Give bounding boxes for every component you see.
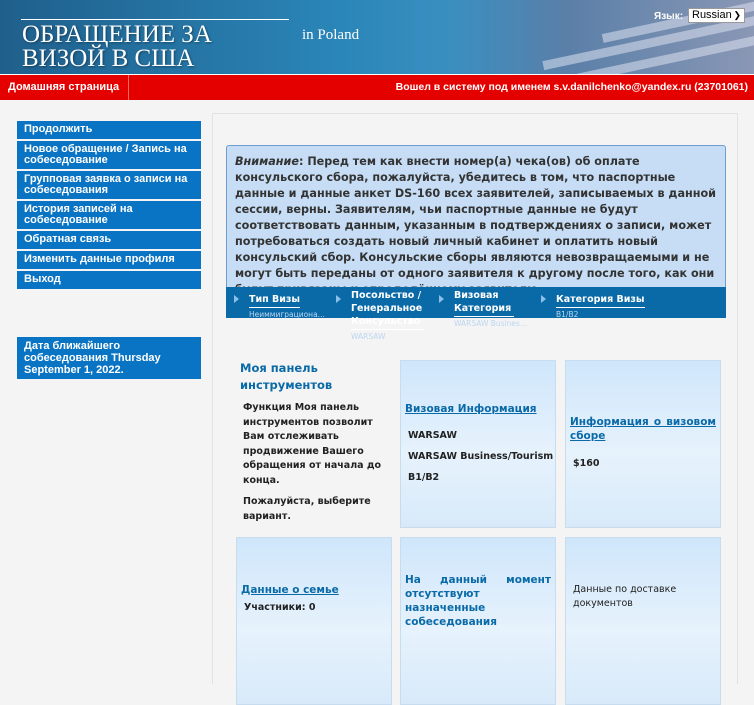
sidebar-item-edit-profile[interactable]: Изменить данные профиля bbox=[17, 251, 201, 269]
language-value: Russian bbox=[692, 9, 732, 21]
family-card: Данные о семье Участники: 0 bbox=[236, 537, 392, 705]
step-visa-class[interactable]: Категория Визы B1/B2 bbox=[541, 287, 652, 320]
fee-info-link[interactable]: Информация о визовом сборе bbox=[570, 415, 716, 443]
dashboard-prompt: Пожалуйста, выберите вариант. bbox=[243, 496, 371, 522]
chevron-down-icon: ❯ bbox=[733, 10, 741, 20]
arrow-right-icon bbox=[336, 295, 341, 303]
step-label: Визовая Категория bbox=[454, 287, 514, 317]
step-label: Категория Визы bbox=[556, 291, 645, 308]
top-nav-bar: Домашняя страница Вошел в систему под им… bbox=[0, 74, 754, 100]
delivery-info: Данные по доставке документов bbox=[573, 584, 677, 609]
sidebar-item-logout[interactable]: Выход bbox=[17, 271, 201, 289]
family-link[interactable]: Данные о семье bbox=[241, 583, 339, 597]
title-line-1: ОБРАЩЕНИЕ ЗА bbox=[22, 21, 212, 48]
title-divider bbox=[21, 19, 289, 20]
step-value: WARSAW bbox=[351, 332, 386, 341]
language-select[interactable]: Russian ❯ bbox=[688, 8, 745, 23]
sidebar-nav: Продолжить Новое обращение / Запись на с… bbox=[17, 121, 201, 291]
title-line-2: ВИЗОЙ В США bbox=[22, 45, 195, 72]
notice-text: : Перед тем как внести номер(а) чека(ов)… bbox=[235, 155, 716, 296]
appointments-status: На данный момент отсутствуют назначенные… bbox=[405, 574, 551, 628]
delivery-card: Данные по доставке документов bbox=[565, 537, 721, 705]
logged-in-user: Вошел в систему под именем s.v.danilchen… bbox=[395, 81, 748, 93]
country-label: in Poland bbox=[302, 27, 360, 43]
step-label: Тип Визы bbox=[249, 291, 301, 308]
step-value: B1/B2 bbox=[556, 310, 579, 319]
step-visa-category[interactable]: Визовая Категория WARSAW Busines... bbox=[439, 287, 528, 329]
visa-category: WARSAW Business/Tourism bbox=[408, 451, 554, 462]
visa-info-card: Визовая Информация WARSAW WARSAW Busines… bbox=[400, 360, 556, 528]
step-value: Неиммиграциона... bbox=[249, 310, 325, 319]
sidebar-item-history[interactable]: История записей на собеседование bbox=[17, 201, 201, 229]
home-link[interactable]: Домашняя страница bbox=[0, 75, 129, 100]
dashboard-intro: Моя панель инструментов Функция Моя пане… bbox=[236, 360, 392, 528]
step-post[interactable]: Посольство / Генеральное Консульство WARS… bbox=[336, 287, 425, 342]
notice-box: Внимание: Перед тем как внести номер(а) … bbox=[226, 145, 726, 296]
sidebar-item-new-application[interactable]: Новое обращение / Запись на собеседовани… bbox=[17, 141, 201, 169]
family-participants: Участники: 0 bbox=[244, 602, 316, 613]
sidebar-item-continue[interactable]: Продолжить bbox=[17, 121, 201, 139]
dashboard-title: Моя панель инструментов bbox=[240, 361, 333, 392]
sidebar-item-feedback[interactable]: Обратная связь bbox=[17, 231, 201, 249]
visa-info-link[interactable]: Визовая Информация bbox=[405, 402, 537, 416]
step-label: Посольство / Генеральное Консульство bbox=[351, 287, 425, 330]
next-interview-date: Дата ближайшего собеседования Thursday S… bbox=[17, 337, 201, 379]
arrow-right-icon bbox=[541, 295, 546, 303]
arrow-right-icon bbox=[439, 295, 444, 303]
dashboard-description: Функция Моя панель инструментов позволит… bbox=[243, 402, 382, 486]
progress-steps: Тип Визы Неиммиграциона... Посольство / Г… bbox=[226, 287, 726, 341]
notice-lead: Внимание bbox=[235, 155, 299, 168]
site-title: ОБРАЩЕНИЕ ЗА ВИЗОЙ В США bbox=[22, 21, 212, 72]
sidebar-item-group-request[interactable]: Групповая заявка о записи на собеседован… bbox=[17, 171, 201, 199]
visa-post: WARSAW bbox=[408, 430, 457, 441]
language-label: Язык: bbox=[654, 11, 684, 22]
fee-amount: $160 bbox=[573, 458, 600, 469]
visa-class: B1/B2 bbox=[408, 472, 440, 483]
appointments-card: На данный момент отсутствуют назначенные… bbox=[400, 537, 556, 705]
fee-info-card: Информация о визовом сборе $160 bbox=[565, 360, 721, 528]
step-value: WARSAW Busines... bbox=[454, 319, 528, 328]
arrow-right-icon bbox=[234, 295, 239, 303]
step-visa-type[interactable]: Тип Визы Неиммиграциона... bbox=[234, 287, 345, 320]
